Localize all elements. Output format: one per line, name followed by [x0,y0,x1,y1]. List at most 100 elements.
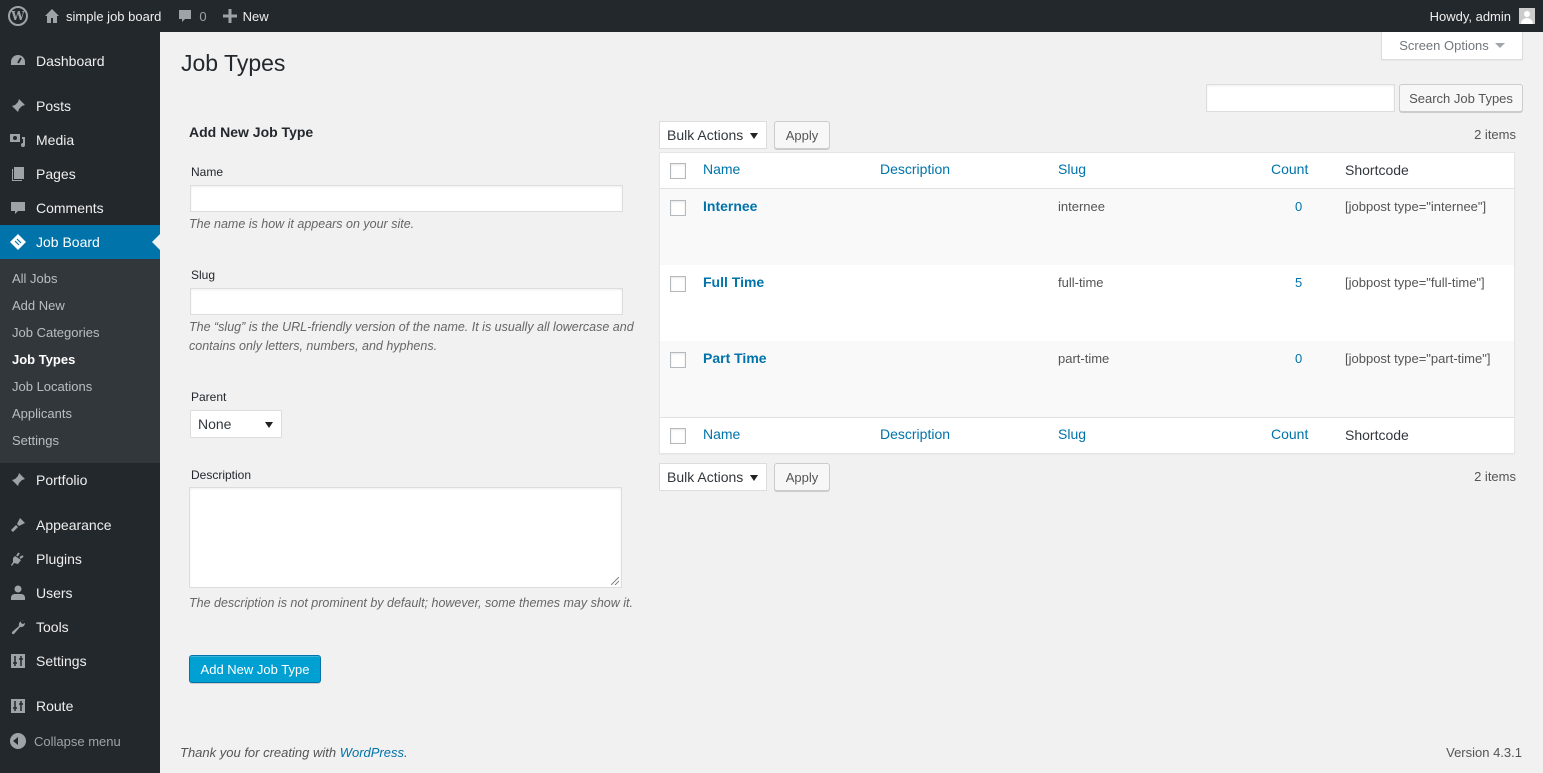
name-field[interactable] [190,185,623,212]
menu-job-board[interactable]: Job Board [0,225,160,259]
row-count-link[interactable]: 5 [1295,275,1302,290]
clipboard-icon [0,233,36,251]
column-description-footer[interactable]: Description [880,426,950,442]
menu-dashboard[interactable]: Dashboard [0,44,160,78]
table-footer-row: Name Description Slug Count Shortcode [660,417,1514,453]
comment-icon [0,199,36,217]
row-count-link[interactable]: 0 [1295,199,1302,214]
column-shortcode-footer: Shortcode [1345,427,1409,443]
menu-posts[interactable]: Posts [0,89,160,123]
apply-button-top[interactable]: Apply [774,121,830,149]
wordpress-link[interactable]: WordPress [340,745,404,760]
menu-label: Appearance [36,517,112,533]
wrench-icon [0,618,36,636]
add-new-job-type-button[interactable]: Add New Job Type [189,655,321,683]
user-icon [0,584,36,602]
table-header-row: Name Description Slug Count Shortcode [660,153,1514,189]
comments-link[interactable]: 0 [169,0,214,32]
submenu-job-types[interactable]: Job Types [12,352,75,367]
column-shortcode-header: Shortcode [1345,162,1409,178]
menu-media[interactable]: Media [0,123,160,157]
pin-icon [0,471,36,489]
parent-selected-value: None [198,416,232,432]
my-account-menu[interactable]: Howdy, admin [1422,0,1543,32]
select-all-checkbox-footer[interactable] [670,428,686,444]
row-checkbox[interactable] [670,276,686,292]
search-input[interactable] [1206,84,1395,112]
column-slug-footer[interactable]: Slug [1058,426,1086,442]
name-help-text: The name is how it appears on your site. [189,217,415,231]
row-shortcode: [jobpost type="internee"] [1345,199,1487,214]
wp-logo-menu[interactable]: W [0,0,36,32]
form-title: Add New Job Type [189,124,314,140]
menu-plugins[interactable]: Plugins [0,542,160,576]
row-checkbox[interactable] [670,352,686,368]
column-name-header[interactable]: Name [703,161,740,177]
parent-select[interactable]: None [190,410,282,438]
menu-pages[interactable]: Pages [0,157,160,191]
sliders-icon [0,652,36,670]
submenu-job-categories[interactable]: Job Categories [12,325,99,340]
menu-label: Dashboard [36,53,105,69]
footer-thanks-text: Thank you for creating with [180,745,340,760]
apply-button-bottom[interactable]: Apply [774,463,830,491]
column-count-header[interactable]: Count [1271,161,1308,177]
menu-label: Media [36,132,75,148]
submenu-all-jobs[interactable]: All Jobs [12,271,58,286]
description-help-text: The description is not prominent by defa… [189,596,633,610]
items-count-bottom: 2 items [1474,469,1516,484]
menu-portfolio[interactable]: Portfolio [0,463,160,497]
column-description-header[interactable]: Description [880,161,950,177]
items-count-top: 2 items [1474,127,1516,142]
menu-label: Posts [36,98,72,114]
resize-grip-icon[interactable] [611,577,619,585]
menu-comments[interactable]: Comments [0,191,160,225]
menu-route[interactable]: Route [0,689,160,723]
select-all-checkbox[interactable] [670,163,686,179]
column-name-footer[interactable]: Name [703,426,740,442]
sliders-icon [0,697,36,715]
footer-thanks-suffix: . [404,745,408,760]
row-name-link[interactable]: Internee [703,198,757,214]
row-slug: full-time [1058,275,1104,290]
bulk-actions-value: Bulk Actions [667,469,744,485]
table-row: Internee internee 0 [jobpost type="inter… [660,189,1514,265]
dropdown-arrow-icon [750,475,758,481]
job-types-table: Name Description Slug Count Shortcode In… [659,152,1515,454]
new-label: New [242,8,269,24]
submenu-applicants[interactable]: Applicants [12,406,72,421]
menu-appearance[interactable]: Appearance [0,508,160,542]
search-job-types-button[interactable]: Search Job Types [1399,84,1523,112]
menu-tools[interactable]: Tools [0,610,160,644]
screen-options-button[interactable]: Screen Options [1381,32,1523,60]
row-count-link[interactable]: 0 [1295,351,1302,366]
row-name-link[interactable]: Full Time [703,274,764,290]
brush-icon [0,516,36,534]
menu-label: Portfolio [36,472,88,488]
bulk-actions-select-bottom[interactable]: Bulk Actions [659,463,767,491]
collapse-label: Collapse menu [34,733,121,749]
row-name-link[interactable]: Part Time [703,350,767,366]
menu-label: Settings [36,653,87,669]
submenu-add-new[interactable]: Add New [12,298,65,313]
column-slug-header[interactable]: Slug [1058,161,1086,177]
description-textarea[interactable] [189,487,622,588]
bulk-actions-select-top[interactable]: Bulk Actions [659,121,767,149]
slug-help-text: The “slug” is the URL-friendly version o… [189,320,634,353]
menu-users[interactable]: Users [0,576,160,610]
submenu-job-locations[interactable]: Job Locations [12,379,92,394]
column-count-footer[interactable]: Count [1271,426,1308,442]
submenu-settings[interactable]: Settings [12,433,59,448]
row-shortcode: [jobpost type="part-time"] [1345,351,1491,366]
slug-field[interactable] [190,288,623,315]
row-checkbox[interactable] [670,200,686,216]
site-name-link[interactable]: simple job board [36,0,169,32]
description-label: Description [191,468,252,482]
new-content-menu[interactable]: New [215,0,277,32]
collapse-arrow-icon [10,733,26,749]
row-shortcode: [jobpost type="full-time"] [1345,275,1485,290]
menu-settings[interactable]: Settings [0,644,160,678]
site-name: simple job board [66,8,162,24]
name-label: Name [191,165,224,179]
collapse-menu-button[interactable]: Collapse menu [0,729,160,753]
